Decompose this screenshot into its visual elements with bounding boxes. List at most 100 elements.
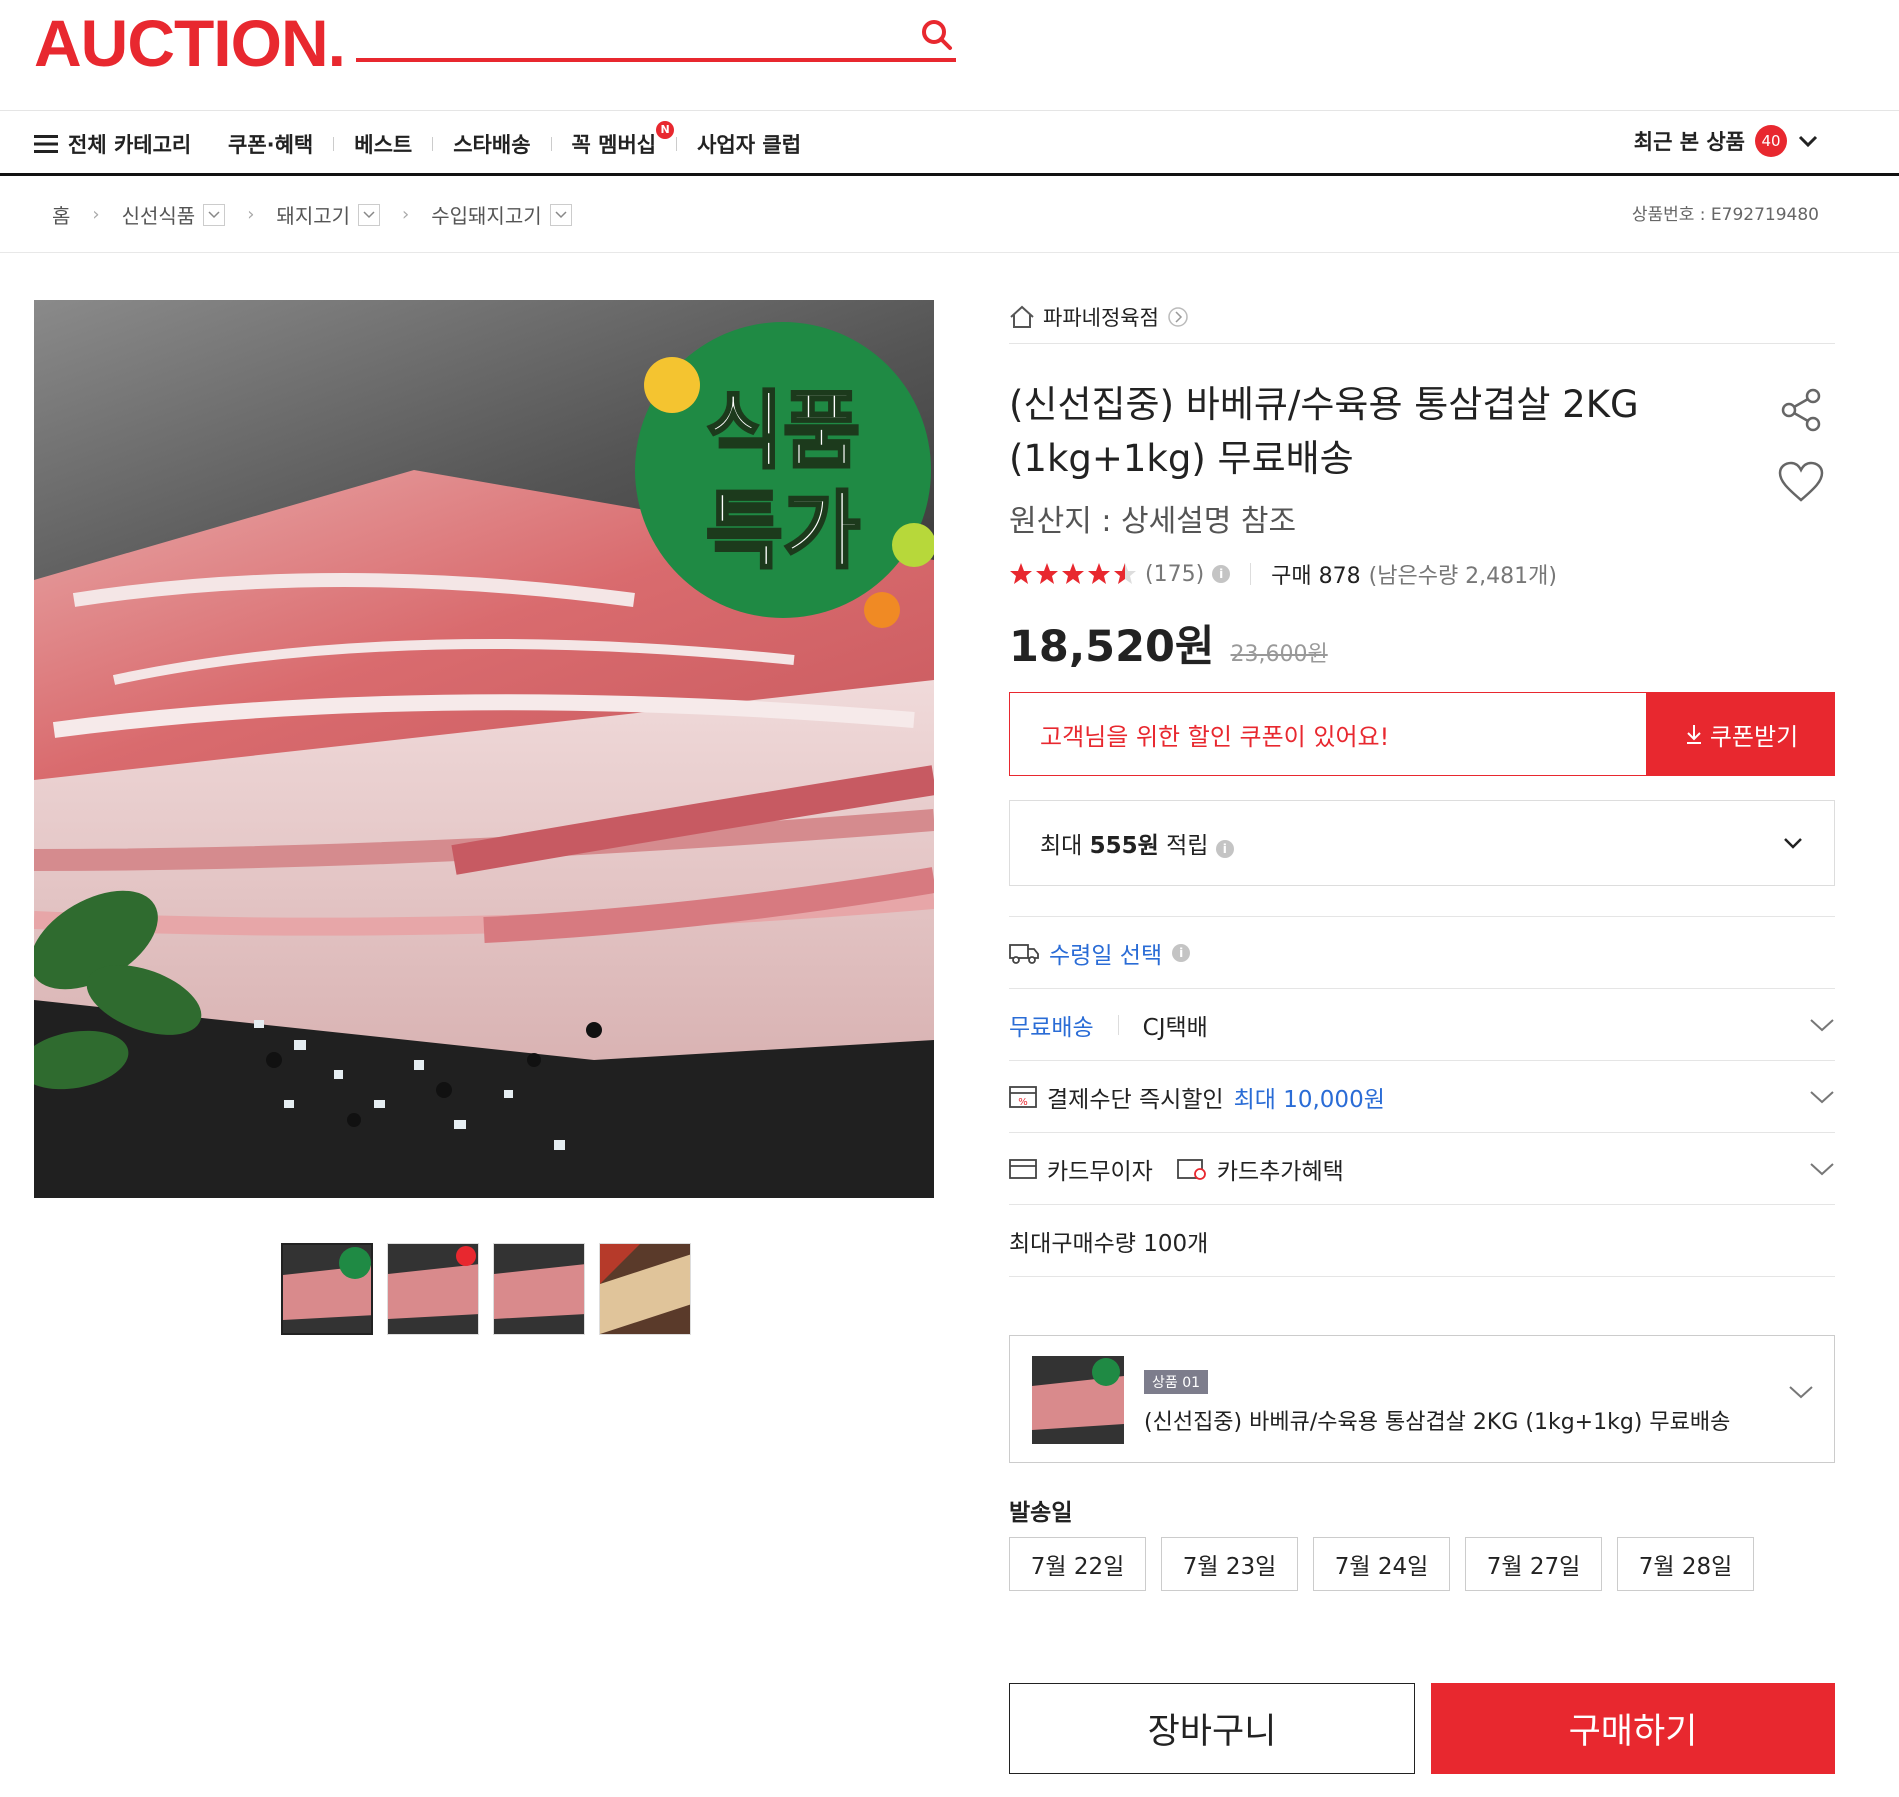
ship-date-option[interactable]: 7월 24일 bbox=[1313, 1537, 1450, 1591]
ship-date-option[interactable]: 7월 28일 bbox=[1617, 1537, 1754, 1591]
courier-label: CJ택배 bbox=[1142, 1014, 1208, 1041]
recent-items-label: 최근 본 상품 bbox=[1633, 130, 1745, 154]
gnb-menu: 쿠폰·혜택 베스트 스타배송 꼭 멤버십 N 사업자 클럽 bbox=[228, 121, 821, 159]
recent-items-count: 40 bbox=[1755, 125, 1787, 157]
shipping-row[interactable]: 무료배송 CJ택배 bbox=[1009, 989, 1835, 1061]
badge-text-line1: 식품 bbox=[706, 382, 861, 480]
payment-discount-max: 최대 10,000원 bbox=[1233, 1086, 1385, 1113]
thumbnail-1[interactable] bbox=[281, 1243, 373, 1335]
ship-date-option[interactable]: 7월 27일 bbox=[1465, 1537, 1602, 1591]
chevron-down-icon[interactable] bbox=[1809, 1017, 1835, 1033]
chevron-right-icon: › bbox=[92, 204, 100, 225]
option-tag: 상품 01 bbox=[1144, 1370, 1209, 1394]
ship-date-option[interactable]: 7월 22일 bbox=[1009, 1537, 1146, 1591]
payment-discount-label: 결제수단 즉시할인 bbox=[1047, 1086, 1224, 1113]
chevron-down-icon[interactable] bbox=[358, 203, 381, 226]
option-name: (신선집중) 바베큐/수육용 통삼겹살 2KG (1kg+1kg) 무료배송 bbox=[1144, 1410, 1731, 1435]
search-input[interactable] bbox=[356, 10, 916, 56]
menu-membership[interactable]: 꼭 멤버십 N bbox=[552, 121, 677, 159]
chevron-down-icon[interactable] bbox=[1809, 1089, 1835, 1105]
chevron-down-icon[interactable] bbox=[203, 203, 226, 226]
remaining-qty: (남은수량 2,481개) bbox=[1368, 564, 1557, 589]
percent-card-icon: % bbox=[1009, 1085, 1037, 1108]
product-number: 상품번호 : E792719480 bbox=[1631, 205, 1819, 225]
new-badge: N bbox=[656, 121, 675, 139]
card-benefit-row[interactable]: 카드무이자 카드추가혜택 bbox=[1009, 1133, 1835, 1205]
wishlist-heart-icon[interactable] bbox=[1777, 460, 1825, 508]
add-to-cart-button[interactable]: 장바구니 bbox=[1009, 1683, 1415, 1774]
ship-date-option[interactable]: 7월 23일 bbox=[1161, 1537, 1298, 1591]
receive-date-link[interactable]: 수령일 선택 bbox=[1049, 936, 1162, 970]
breadcrumb-home[interactable]: 홈 bbox=[52, 200, 70, 229]
store-name: 파파네정육점 bbox=[1043, 305, 1159, 330]
chevron-right-icon: › bbox=[247, 204, 255, 225]
original-price: 23,600원 bbox=[1230, 642, 1328, 667]
card-gift-icon bbox=[1176, 1158, 1206, 1180]
menu-membership-label: 꼭 멤버십 bbox=[571, 133, 657, 157]
download-icon bbox=[1686, 725, 1701, 744]
chevron-right-icon: › bbox=[402, 204, 410, 225]
truck-icon bbox=[1009, 943, 1039, 964]
payment-discount-row[interactable]: % 결제수단 즉시할인 최대 10,000원 bbox=[1009, 1061, 1835, 1133]
reward-amount: 555원 bbox=[1089, 833, 1159, 859]
thumbnail-list bbox=[281, 1243, 691, 1335]
card-icon bbox=[1009, 1158, 1037, 1179]
info-icon[interactable]: i bbox=[1215, 840, 1234, 858]
coupon-banner: 고객님을 위한 할인 쿠폰이 있어요! 쿠폰받기 bbox=[1009, 692, 1835, 776]
breadcrumb-label: 돼지고기 bbox=[276, 204, 351, 228]
chevron-down-icon[interactable] bbox=[1809, 1161, 1835, 1177]
free-shipping-label: 무료배송 bbox=[1009, 1014, 1094, 1041]
thumbnail-3[interactable] bbox=[493, 1243, 585, 1335]
breadcrumb-label: 신선식품 bbox=[121, 204, 196, 228]
breadcrumb-list: 홈 › 신선식품 › 돼지고기 › 수입돼지고기 bbox=[52, 200, 572, 229]
option-selector[interactable]: 상품 01 (신선집중) 바베큐/수육용 통삼겹살 2KG (1kg+1kg) … bbox=[1009, 1335, 1835, 1463]
all-categories-button[interactable]: 전체 카테고리 bbox=[34, 129, 191, 159]
origin-info: 원산지 : 상세설명 참조 bbox=[1009, 504, 1297, 539]
reward-text: 최대 555원 적립 i bbox=[1040, 826, 1234, 860]
auction-logo[interactable]: AUCTION. bbox=[34, 6, 346, 80]
thumbnail-4[interactable] bbox=[599, 1243, 691, 1335]
breadcrumb-item[interactable]: 수입돼지고기 bbox=[431, 200, 572, 229]
home-icon bbox=[1010, 305, 1034, 328]
breadcrumb-label: 수입돼지고기 bbox=[431, 204, 542, 228]
recent-items-button[interactable]: 최근 본 상품 40 bbox=[1634, 125, 1819, 157]
menu-star-delivery[interactable]: 스타배송 bbox=[433, 129, 550, 159]
price-row: 18,520원 23,600원 bbox=[1009, 612, 1835, 674]
option-thumbnail bbox=[1032, 1356, 1124, 1444]
global-nav: 전체 카테고리 쿠폰·혜택 베스트 스타배송 꼭 멤버십 N 사업자 클럽 최근 … bbox=[0, 110, 1899, 176]
get-coupon-button[interactable]: 쿠폰받기 bbox=[1647, 692, 1835, 776]
share-icon[interactable] bbox=[1777, 386, 1825, 438]
rating-row: (175) i 구매 878 (남은수량 2,481개) bbox=[1009, 558, 1835, 590]
info-icon[interactable]: i bbox=[1212, 565, 1231, 583]
menu-best[interactable]: 베스트 bbox=[334, 129, 432, 159]
menu-business-club[interactable]: 사업자 클럽 bbox=[677, 129, 821, 159]
buy-now-button[interactable]: 구매하기 bbox=[1431, 1683, 1835, 1774]
coupon-message: 고객님을 위한 할인 쿠폰이 있어요! bbox=[1009, 692, 1647, 776]
search-icon[interactable] bbox=[920, 18, 954, 52]
divider bbox=[1117, 1014, 1119, 1035]
reward-prefix: 최대 bbox=[1040, 833, 1090, 859]
max-qty-row: 최대구매수량 100개 bbox=[1009, 1205, 1835, 1277]
chevron-down-icon[interactable] bbox=[549, 203, 572, 226]
max-qty-label: 최대구매수량 100개 bbox=[1009, 1230, 1209, 1257]
receive-date-row[interactable]: 수령일 선택 i bbox=[1009, 917, 1835, 989]
card-benefit-label: 카드추가혜택 bbox=[1216, 1158, 1344, 1185]
all-categories-label: 전체 카테고리 bbox=[68, 133, 192, 157]
thumbnail-2[interactable] bbox=[387, 1243, 479, 1335]
menu-coupon[interactable]: 쿠폰·혜택 bbox=[228, 129, 333, 159]
chevron-down-icon bbox=[1784, 838, 1802, 849]
breadcrumb: 홈 › 신선식품 › 돼지고기 › 수입돼지고기 상품번호 : E7927194… bbox=[0, 176, 1899, 253]
product-main-image[interactable]: 식품 특가 bbox=[34, 300, 934, 1198]
breadcrumb-item[interactable]: 신선식품 bbox=[122, 200, 226, 229]
store-link[interactable]: 파파네정육점 bbox=[1009, 290, 1835, 344]
chevron-down-icon[interactable] bbox=[1788, 1384, 1814, 1400]
badge-text-line2: 특가 bbox=[706, 482, 861, 580]
hamburger-icon bbox=[34, 135, 58, 153]
breadcrumb-item[interactable]: 돼지고기 bbox=[276, 200, 381, 229]
ship-date-label: 발송일 bbox=[1009, 1500, 1073, 1526]
review-count[interactable]: (175) bbox=[1145, 562, 1204, 587]
reward-points-dropdown[interactable]: 최대 555원 적립 i bbox=[1009, 800, 1835, 886]
star-rating[interactable] bbox=[1009, 562, 1137, 586]
svg-text:%: % bbox=[1018, 1097, 1028, 1108]
info-icon[interactable]: i bbox=[1172, 943, 1191, 962]
